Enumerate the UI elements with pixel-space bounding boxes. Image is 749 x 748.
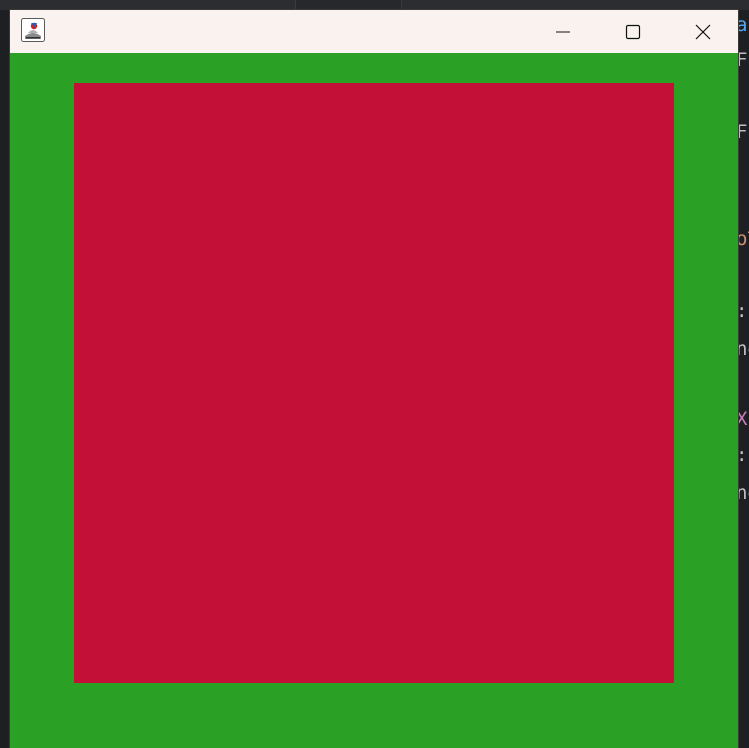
minimize-icon <box>556 31 570 32</box>
app-window <box>10 10 738 748</box>
canvas-area <box>10 53 738 748</box>
title-bar[interactable] <box>10 10 738 53</box>
maximize-button[interactable] <box>598 10 668 53</box>
close-icon <box>695 24 711 39</box>
close-button[interactable] <box>668 10 738 53</box>
minimize-button[interactable] <box>528 10 598 53</box>
red-square <box>74 83 674 683</box>
background-ide-tabbar <box>0 0 749 10</box>
java-app-icon <box>21 18 45 42</box>
maximize-icon <box>625 24 641 39</box>
